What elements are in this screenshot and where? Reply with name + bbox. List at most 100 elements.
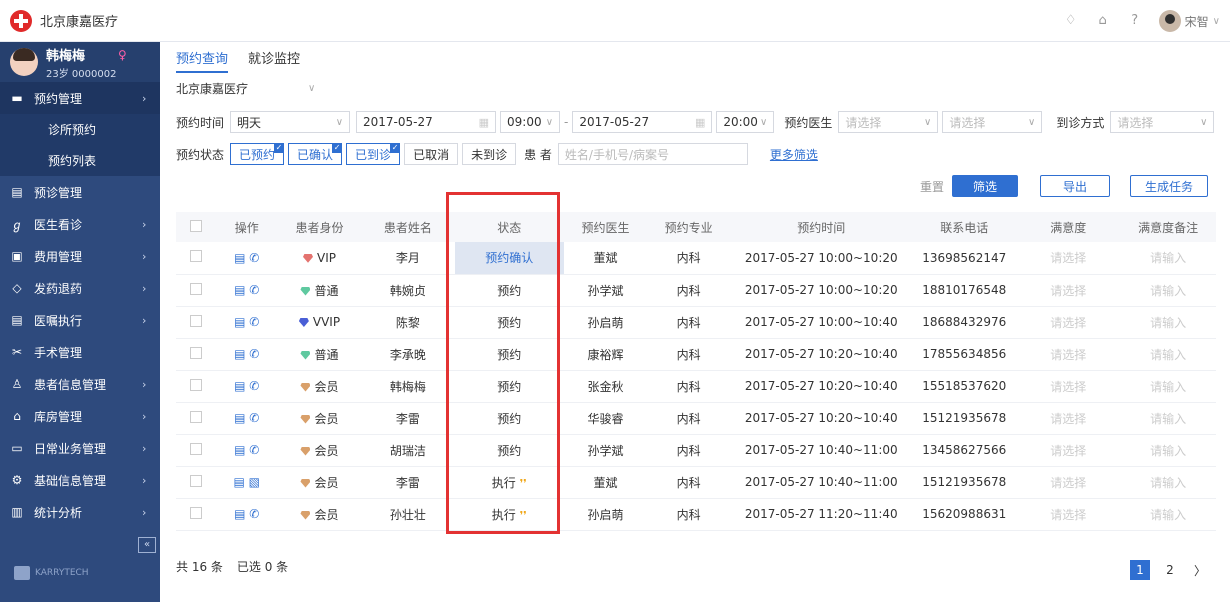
- date-from-input[interactable]: 2017-05-27 ▦: [356, 111, 497, 133]
- phone-icon[interactable]: ✆: [249, 283, 259, 297]
- list-icon[interactable]: ▤: [234, 315, 245, 329]
- phone-icon[interactable]: ✆: [249, 507, 259, 521]
- row-checkbox[interactable]: [189, 282, 202, 295]
- status-chip-arrived[interactable]: 已到诊: [346, 143, 401, 165]
- status-chip-cancelled[interactable]: 已取消: [404, 143, 459, 165]
- phone-icon[interactable]: ✆: [249, 251, 259, 265]
- row-checkbox[interactable]: [189, 410, 202, 423]
- row-checkbox[interactable]: [189, 442, 202, 455]
- satisfaction-note-input[interactable]: 请输入: [1120, 306, 1216, 339]
- sidebar-item-fee[interactable]: ▣ 费用管理 ›: [0, 240, 160, 272]
- list-icon[interactable]: ▤: [234, 347, 245, 361]
- row-checkbox[interactable]: [189, 506, 202, 519]
- doctor-dept-select[interactable]: 请选择 ∨: [838, 111, 939, 133]
- list-icon[interactable]: ▤: [234, 443, 245, 457]
- status-chip-booked[interactable]: 已预约: [230, 143, 285, 165]
- satisfaction-select[interactable]: 请选择: [1016, 466, 1121, 499]
- status-chip-absent[interactable]: 未到诊: [462, 143, 517, 165]
- patient-card[interactable]: 韩梅梅 23岁 0000002 ♀: [0, 42, 160, 82]
- satisfaction-select[interactable]: 请选择: [1016, 242, 1121, 275]
- table-row[interactable]: ▤ ✆ 普通 李承晚 预约 康裕辉 内科 2017-05-27 10:20~10:40 178…: [176, 338, 1216, 371]
- row-checkbox[interactable]: [189, 378, 202, 391]
- collapse-sidebar-button[interactable]: «: [138, 537, 156, 553]
- date-to-input[interactable]: 2017-05-27 ▦: [572, 111, 713, 133]
- phone-icon[interactable]: ✆: [249, 347, 259, 361]
- generate-task-button[interactable]: 生成任务: [1129, 175, 1208, 197]
- table-row[interactable]: ▤ ▧ 会员 李雷 执行 ❜❜ 董斌 内科 2017-05-27 10:40~11:00 151…: [176, 466, 1216, 499]
- satisfaction-note-input[interactable]: 请输入: [1120, 338, 1216, 371]
- visit-mode-select[interactable]: 请选择 ∨: [1110, 111, 1215, 133]
- satisfaction-note-input[interactable]: 请输入: [1120, 402, 1216, 435]
- list-icon[interactable]: ▤: [234, 507, 245, 521]
- list-icon[interactable]: ▤: [234, 379, 245, 393]
- row-checkbox[interactable]: [189, 346, 202, 359]
- select-all-checkbox[interactable]: [189, 219, 202, 232]
- satisfaction-note-input[interactable]: 请输入: [1120, 434, 1216, 467]
- satisfaction-select[interactable]: 请选择: [1016, 498, 1121, 531]
- sidebar-item-patient-info[interactable]: ♙ 患者信息管理 ›: [0, 368, 160, 400]
- sidebar-subitem-clinic-appointment[interactable]: 诊所预约: [0, 114, 160, 145]
- satisfaction-select[interactable]: 请选择: [1016, 306, 1121, 339]
- org-select[interactable]: 北京康嘉医疗 ∨: [176, 80, 315, 97]
- satisfaction-note-input[interactable]: 请输入: [1120, 242, 1216, 275]
- satisfaction-select[interactable]: 请选择: [1016, 370, 1121, 403]
- page-1-button[interactable]: 1: [1130, 560, 1150, 580]
- row-checkbox[interactable]: [189, 314, 202, 327]
- more-filters-link[interactable]: 更多筛选: [770, 146, 818, 163]
- sidebar-item-basic-info[interactable]: ⚙ 基础信息管理 ›: [0, 464, 160, 496]
- list-icon[interactable]: ▤: [234, 411, 245, 425]
- satisfaction-note-input[interactable]: 请输入: [1120, 498, 1216, 531]
- table-row[interactable]: ▤ ✆ 会员 韩梅梅 预约 张金秋 内科 2017-05-27 10:20~10:40 155…: [176, 370, 1216, 403]
- filter-button[interactable]: 筛选: [951, 175, 1018, 197]
- satisfaction-select[interactable]: 请选择: [1016, 274, 1121, 307]
- satisfaction-note-input[interactable]: 请输入: [1120, 370, 1216, 403]
- sidebar-item-appointment[interactable]: ▬ 预约管理 ›: [0, 82, 160, 114]
- table-row[interactable]: ▤ ✆ 会员 孙壮壮 执行 ❜❜ 孙启萌 内科 2017-05-27 11:20~11:40 1…: [176, 498, 1216, 531]
- sidebar-item-statistics[interactable]: ▥ 统计分析 ›: [0, 496, 160, 528]
- table-row[interactable]: ▤ ✆ VVIP 陈黎 预约 孙启萌 内科 2017-05-27 10:00~10:40 18…: [176, 306, 1216, 339]
- bell-icon[interactable]: ♢: [1063, 13, 1079, 29]
- phone-icon[interactable]: ✆: [249, 411, 259, 425]
- home-icon[interactable]: ⌂: [1095, 13, 1111, 29]
- page-2-button[interactable]: 2: [1160, 560, 1180, 580]
- user-menu[interactable]: 宋智 ∨: [1158, 10, 1220, 32]
- satisfaction-select[interactable]: 请选择: [1016, 338, 1121, 371]
- phone-icon[interactable]: ✆: [249, 443, 259, 457]
- status-chip-confirmed[interactable]: 已确认: [288, 143, 343, 165]
- list-icon[interactable]: ▤: [234, 251, 245, 265]
- phone-icon[interactable]: ✆: [249, 379, 259, 393]
- phone-icon[interactable]: ✆: [249, 315, 259, 329]
- tab-visit-monitor[interactable]: 就诊监控: [248, 48, 300, 73]
- satisfaction-note-input[interactable]: 请输入: [1120, 274, 1216, 307]
- reset-button[interactable]: 重置: [920, 178, 944, 195]
- table-row[interactable]: ▤ ✆ VIP 李月 预约确认 董斌 内科 2017-05-27 10:00~10:20 13…: [176, 242, 1216, 275]
- time-range-select[interactable]: 明天 ∨: [230, 111, 351, 133]
- help-icon[interactable]: ?: [1127, 13, 1143, 29]
- sidebar-item-warehouse[interactable]: ⌂ 库房管理 ›: [0, 400, 160, 432]
- list-icon[interactable]: ▤: [234, 283, 245, 297]
- next-page-button[interactable]: 〉: [1190, 560, 1210, 580]
- sidebar-item-orders[interactable]: ▤ 医嘱执行 ›: [0, 304, 160, 336]
- row-checkbox[interactable]: [189, 474, 202, 487]
- list-icon[interactable]: ▤: [233, 475, 244, 489]
- sidebar-subitem-appointment-list[interactable]: 预约列表: [0, 145, 160, 176]
- table-row[interactable]: ▤ ✆ 会员 李雷 预约 华骏睿 内科 2017-05-27 10:20~10:40 1512…: [176, 402, 1216, 435]
- sidebar-item-pharmacy[interactable]: ◇ 发药退药 ›: [0, 272, 160, 304]
- time-to-select[interactable]: 20:00 ∨: [716, 111, 775, 133]
- satisfaction-note-input[interactable]: 请输入: [1120, 466, 1216, 499]
- export-button[interactable]: 导出: [1039, 175, 1110, 197]
- table-row[interactable]: ▤ ✆ 会员 胡瑞洁 预约 孙学斌 内科 2017-05-27 10:40~11:00 134…: [176, 434, 1216, 467]
- tab-appointment-query[interactable]: 预约查询: [176, 48, 229, 73]
- time-from-select[interactable]: 09:00 ∨: [500, 111, 561, 133]
- satisfaction-select[interactable]: 请选择: [1016, 434, 1121, 467]
- sidebar-item-doctor[interactable]: ℊ 医生看诊 ›: [0, 208, 160, 240]
- satisfaction-select[interactable]: 请选择: [1016, 402, 1121, 435]
- sidebar-item-daily[interactable]: ▭ 日常业务管理 ›: [0, 432, 160, 464]
- document-icon[interactable]: ▧: [249, 475, 260, 489]
- app-logo[interactable]: 北京康嘉医疗: [10, 9, 118, 32]
- sidebar-item-pre-diagnosis[interactable]: ▤ 预诊管理: [0, 176, 160, 208]
- sidebar-item-surgery[interactable]: ✂ 手术管理: [0, 336, 160, 368]
- table-row[interactable]: ▤ ✆ 普通 韩婉贞 预约 孙学斌 内科 2017-05-27 10:00~10:20 188…: [176, 274, 1216, 307]
- patient-search-input[interactable]: 姓名/手机号/病案号: [557, 143, 748, 165]
- doctor-select[interactable]: 请选择 ∨: [942, 111, 1043, 133]
